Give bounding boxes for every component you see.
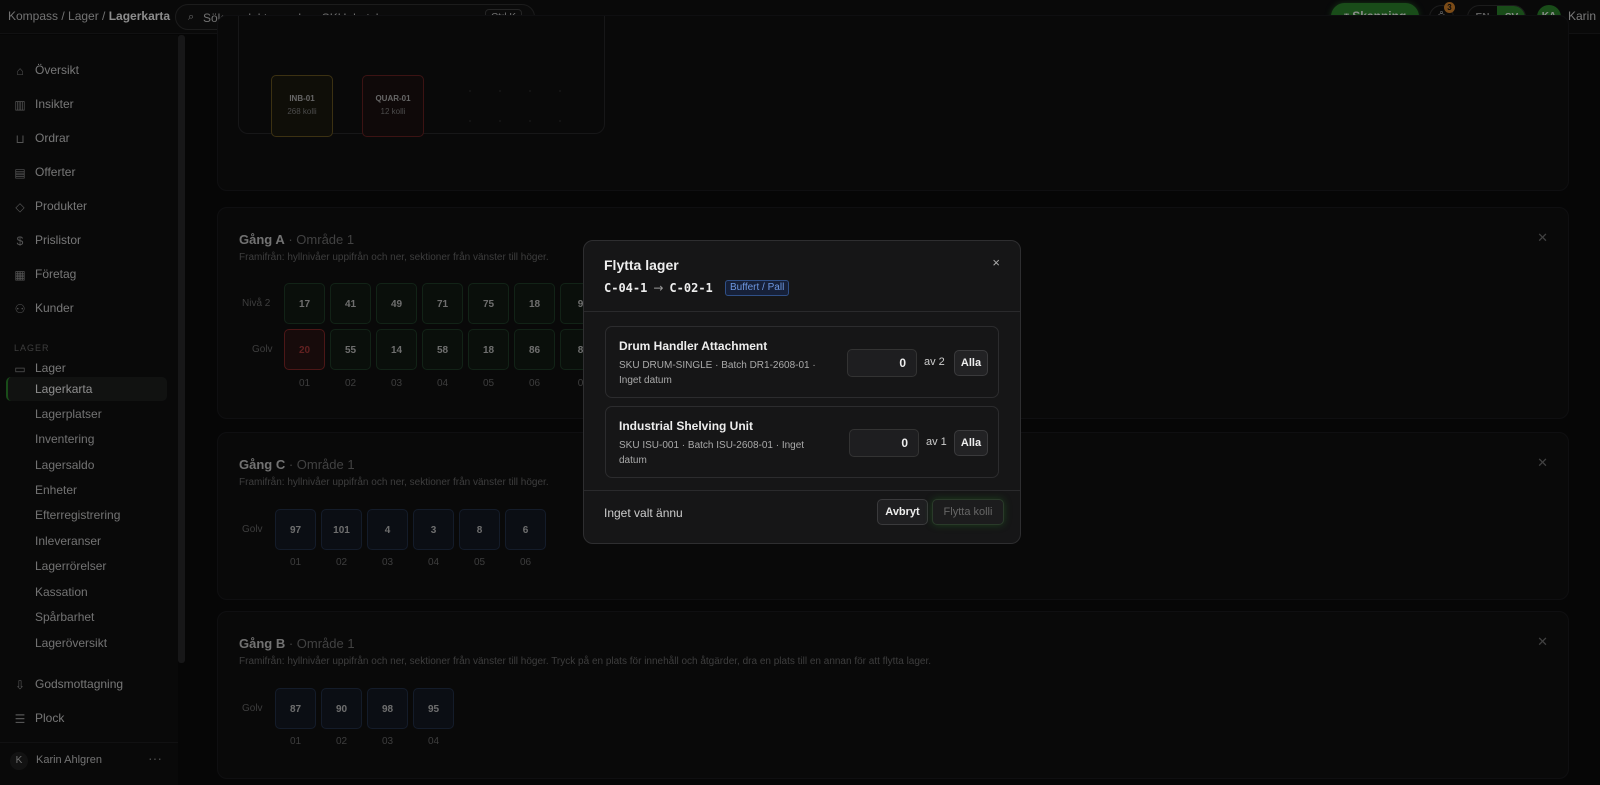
move-route: C-04-1 → C-02-1 [604,281,713,295]
close-icon[interactable]: × [992,255,1000,270]
quantity-input[interactable]: 0 [847,349,917,377]
move-stock-modal: Flytta lager × C-04-1 → C-02-1 Buffert / P… [583,240,1021,544]
divider [584,490,1020,491]
from-location: C-04-1 [604,281,648,295]
select-all-button[interactable]: Alla [954,430,988,456]
item-name: Industrial Shelving Unit [619,419,754,433]
modal-title: Flytta lager [604,257,679,273]
select-all-button[interactable]: Alla [954,350,988,376]
quantity-max: av 2 [924,356,945,368]
move-item: Drum Handler Attachment SKU DRUM-SINGLE … [605,326,999,398]
item-meta: SKU ISU-001 · Batch ISU-2608-01 · Inget … [619,440,805,466]
arrow-right-icon: → [653,281,664,295]
selection-status: Inget valt ännu [604,506,683,520]
move-button[interactable]: Flytta kolli [932,499,1004,525]
quantity-input[interactable]: 0 [849,429,919,457]
divider [584,311,1020,312]
item-name: Drum Handler Attachment [619,339,768,353]
quantity-max: av 1 [926,436,947,448]
location-type-badge: Buffert / Pall [725,280,790,296]
cancel-button[interactable]: Avbryt [877,499,928,525]
item-meta: SKU DRUM-SINGLE · Batch DR1-2608-01 · In… [619,360,816,386]
to-location: C-02-1 [669,281,713,295]
move-item: Industrial Shelving Unit SKU ISU-001 · B… [605,406,999,478]
